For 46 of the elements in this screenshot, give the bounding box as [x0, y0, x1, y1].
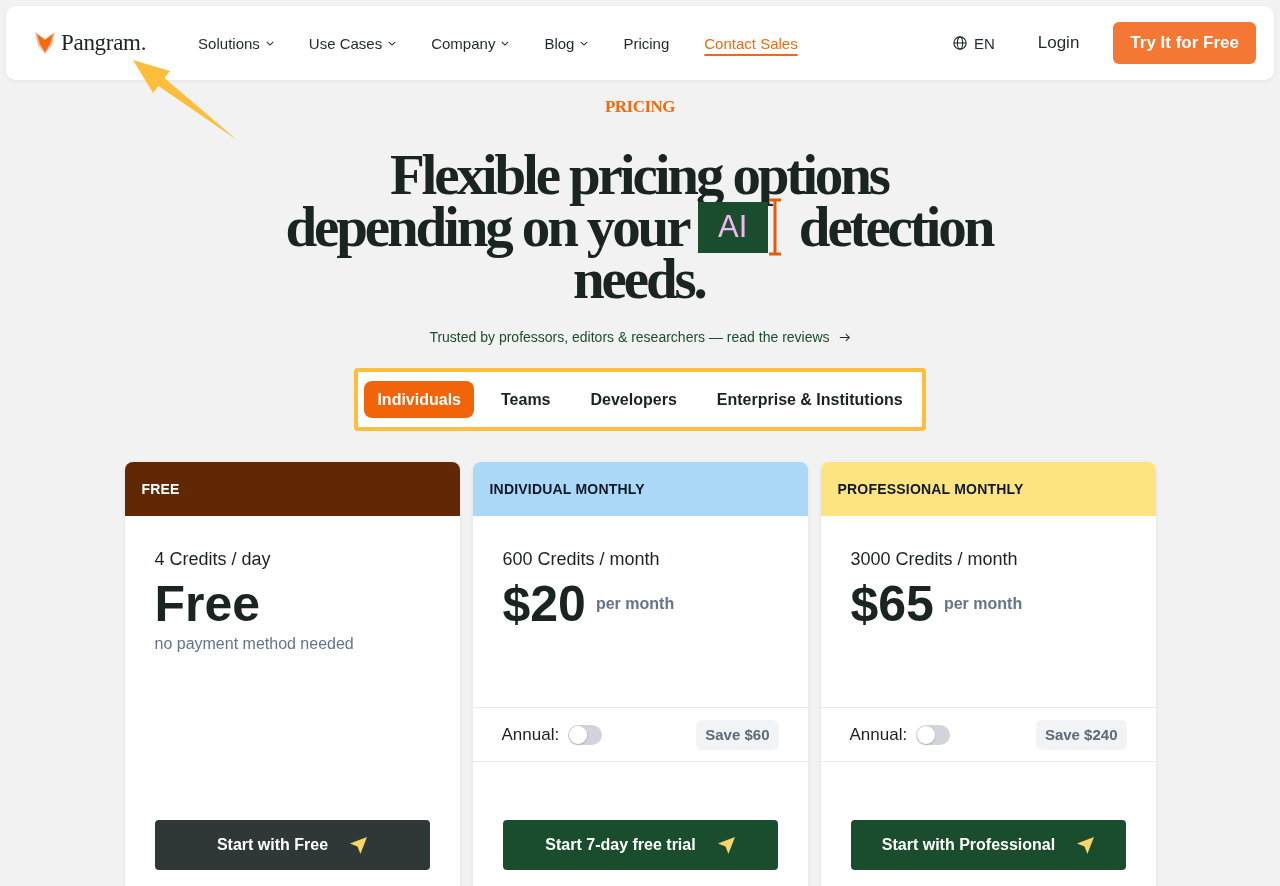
plan-tab[interactable]: Enterprise & Institutions [703, 381, 916, 418]
period-text: per month [595, 595, 675, 613]
plan-header: INDIVIDUAL MONTHLY [472, 462, 808, 516]
start-plan-button[interactable]: Start 7-day free trial [502, 820, 778, 870]
price-text: Free [154, 575, 261, 633]
credits-text: 600 Credits / month [502, 548, 661, 570]
globe-icon [952, 36, 967, 50]
headline-text: detection [798, 195, 994, 260]
nav-menu-item[interactable]: Company [431, 34, 510, 52]
chevron-down-icon [501, 40, 510, 46]
login-link[interactable]: Login [1037, 33, 1080, 53]
price-text: $20 [502, 575, 586, 633]
annual-label: Annual: [501, 724, 560, 745]
navigation-arrow-icon [350, 836, 368, 854]
typed-word: AI [697, 201, 768, 253]
section-eyebrow: PRICING [604, 97, 676, 117]
annual-toggle[interactable] [916, 724, 951, 745]
savings-badge: Save $60 [696, 719, 779, 750]
price-text: $65 [850, 575, 934, 633]
nav-link[interactable]: Pricing [623, 34, 670, 52]
chevron-down-icon [265, 40, 274, 46]
start-plan-button[interactable]: Start with Free [154, 820, 430, 870]
note-text: no payment method needed [154, 635, 355, 653]
plan-header: FREE [124, 462, 460, 516]
navigation-arrow-icon [717, 836, 735, 854]
credits-text: 3000 Credits / month [850, 548, 1019, 570]
nav-menu-item[interactable]: Use Cases [308, 34, 397, 52]
savings-badge: Save $240 [1035, 719, 1127, 750]
reviews-link[interactable]: Trusted by professors, editors & researchers — read the reviews [429, 327, 851, 347]
navigation-arrow-icon [1077, 836, 1095, 854]
plan-header: PROFESSIONAL MONTHLY [820, 462, 1156, 516]
brand-logo[interactable]: Pangram. [35, 30, 147, 56]
plan-tab[interactable]: Teams [488, 381, 564, 418]
language-button[interactable]: EN [952, 34, 995, 52]
start-plan-button[interactable]: Start with Professional [850, 820, 1126, 870]
nav-menu-item[interactable]: Blog [544, 34, 589, 52]
arrow-right-icon [838, 332, 851, 342]
period-text: per month [943, 595, 1023, 613]
annual-toggle[interactable] [568, 724, 603, 745]
annual-label: Annual: [849, 724, 908, 745]
nav-menu-item[interactable]: Solutions [198, 34, 274, 52]
plan-tab[interactable]: Developers [577, 381, 690, 418]
fox-icon [35, 32, 55, 54]
chevron-down-icon [580, 40, 589, 46]
chevron-down-icon [388, 40, 397, 46]
credits-text: 4 Credits / day [154, 548, 272, 570]
